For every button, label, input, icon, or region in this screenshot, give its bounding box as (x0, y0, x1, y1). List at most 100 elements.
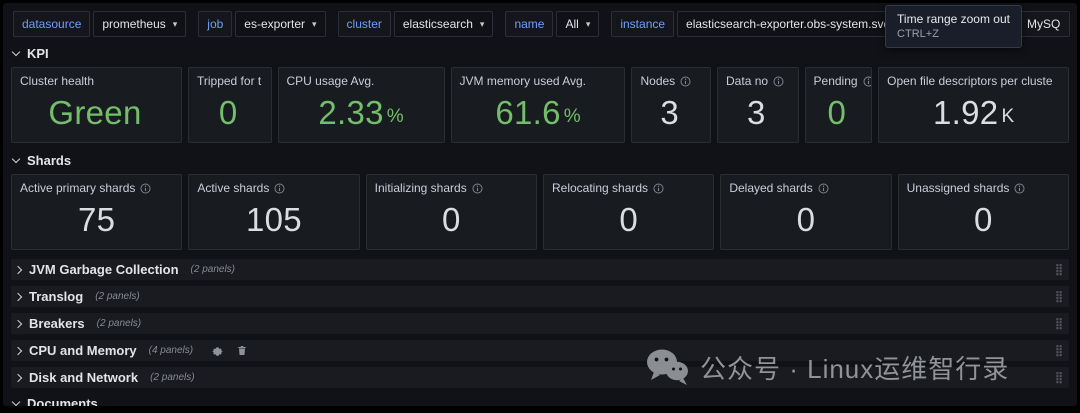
filter-cluster-label: cluster (337, 11, 391, 37)
row-breakers[interactable]: Breakers (2 panels) ⣿ (11, 313, 1069, 334)
stat-value: 0 (218, 93, 238, 131)
panel-title[interactable]: Active shards (189, 175, 358, 195)
panel-open-file-descriptors: Open file descriptors per cluste 1.92 K (878, 67, 1069, 143)
panel-nodes: Nodes 3 (631, 67, 712, 143)
panel-title[interactable]: Cluster health (12, 68, 181, 88)
panel-title-text: Data no (726, 74, 769, 88)
filter-instance-label: instance (611, 11, 675, 37)
filter-cluster-value: elasticsearch (402, 17, 473, 31)
info-icon[interactable] (818, 182, 829, 194)
drag-handle-icon[interactable]: ⣿ (1055, 290, 1063, 303)
chevron-right-icon (13, 319, 23, 328)
row-panel-count: (4 panels) (148, 345, 194, 356)
info-icon[interactable] (472, 182, 483, 194)
panel-title[interactable]: Data no (718, 68, 798, 88)
filter-cluster: cluster elasticsearch ▾ (337, 11, 494, 37)
row-translog[interactable]: Translog (2 panels) ⣿ (11, 286, 1069, 307)
panel-relocating-shards: Relocating shards 0 (542, 174, 715, 250)
panel-title[interactable]: Tripped for t (189, 68, 271, 88)
shards-panels-row: Active primary shards 75 Active shards 1… (3, 174, 1077, 250)
info-icon[interactable] (863, 75, 872, 87)
panel-title[interactable]: Unassigned shards (899, 175, 1068, 195)
drag-handle-icon[interactable]: ⣿ (1055, 344, 1063, 357)
panel-active-primary-shards: Active primary shards 75 (11, 174, 183, 250)
stat-value: 0 (973, 200, 993, 238)
chevron-down-icon: ▾ (585, 18, 591, 29)
panel-title[interactable]: Delayed shards (721, 175, 890, 195)
panel-title-text: JVM memory used Avg. (459, 74, 587, 88)
info-icon[interactable] (773, 75, 784, 87)
tooltip-title: Time range zoom out (897, 12, 1010, 26)
row-header-shards[interactable]: Shards (11, 152, 1069, 169)
panel-pending-tasks: Pending 0 (804, 67, 873, 143)
stat-value: 61.6% (495, 93, 581, 131)
row-cpu-and-memory[interactable]: CPU and Memory (4 panels) ⣿ (11, 340, 1069, 361)
stat-value: 1.92 K (933, 93, 1015, 131)
row-header-documents[interactable]: Documents (11, 395, 1069, 406)
info-icon[interactable] (274, 182, 285, 194)
chevron-right-icon (13, 292, 23, 301)
row-panel-count: (2 panels) (190, 264, 236, 275)
panel-title-text: Initializing shards (374, 181, 467, 195)
panel-title-text: Active shards (197, 181, 270, 195)
info-icon[interactable] (1014, 182, 1025, 194)
drag-handle-icon[interactable]: ⣿ (1055, 371, 1063, 384)
panel-title[interactable]: CPU usage Avg. (279, 68, 444, 88)
drag-handle-icon[interactable]: ⣿ (1055, 263, 1063, 276)
stat-value: 75 (78, 200, 116, 238)
panel-data-nodes: Data no 3 (717, 67, 799, 143)
tooltip-shortcut: CTRL+Z (897, 28, 939, 40)
info-icon[interactable] (140, 182, 151, 194)
gear-icon[interactable] (211, 344, 224, 357)
stat-value: 0 (619, 200, 638, 238)
panel-title-text: Open file descriptors per cluste (887, 74, 1053, 88)
filter-job-label: job (198, 11, 233, 37)
chevron-right-icon (13, 346, 23, 355)
grafana-dashboard: datasource prometheus ▾ job es-exporter … (3, 3, 1077, 406)
trash-icon[interactable] (236, 344, 248, 357)
panel-active-shards: Active shards 105 (188, 174, 360, 250)
panel-title[interactable]: Pending (806, 68, 872, 88)
filter-job-select[interactable]: es-exporter ▾ (235, 11, 326, 37)
stat-value: 105 (246, 200, 302, 238)
stat-value: 0 (827, 93, 847, 131)
row-title: Translog (29, 289, 84, 304)
panel-title[interactable]: Nodes (632, 68, 710, 88)
panel-delayed-shards: Delayed shards 0 (720, 174, 892, 250)
info-icon[interactable] (680, 75, 691, 87)
panel-cpu-usage-avg: CPU usage Avg. 2.33% (277, 67, 445, 143)
filter-instance: instance elasticsearch-exporter.obs-syst… (611, 11, 929, 37)
row-actions (211, 344, 248, 357)
panel-title[interactable]: Active primary shards (12, 175, 181, 195)
filter-job-value: es-exporter (244, 17, 305, 31)
chevron-down-icon (11, 397, 21, 406)
filter-name-select[interactable]: All ▾ (556, 11, 600, 37)
panel-title-text: Cluster health (20, 74, 95, 88)
panel-title-text: Unassigned shards (906, 181, 1010, 195)
kpi-panels-row: Cluster health Green Tripped for t 0 CPU… (3, 67, 1077, 143)
filter-cluster-select[interactable]: elasticsearch ▾ (393, 11, 494, 37)
row-title: JVM Garbage Collection (29, 262, 179, 277)
info-icon[interactable] (653, 182, 664, 194)
zoom-out-tooltip: Time range zoom out CTRL+Z (885, 5, 1022, 48)
row-title: Disk and Network (29, 370, 139, 385)
panel-tripped-breakers: Tripped for t 0 (187, 67, 272, 143)
panel-title[interactable]: Initializing shards (367, 175, 536, 195)
link-mysql-label: MySQ (1027, 17, 1061, 31)
drag-handle-icon[interactable]: ⣿ (1055, 317, 1063, 330)
row-title-documents: Documents (27, 396, 98, 406)
stat-value: Green (48, 93, 142, 131)
panel-title-text: Pending (813, 74, 858, 88)
row-jvm-garbage-collection[interactable]: JVM Garbage Collection (2 panels) ⣿ (11, 259, 1069, 280)
panel-title[interactable]: JVM memory used Avg. (452, 68, 625, 88)
filter-datasource-select[interactable]: prometheus ▾ (93, 11, 187, 37)
chevron-down-icon: ▾ (312, 18, 317, 29)
stat-value: 3 (746, 93, 766, 131)
panel-jvm-memory-used-avg: JVM memory used Avg. 61.6% (450, 67, 626, 143)
panel-title[interactable]: Relocating shards (544, 175, 713, 195)
row-panel-count: (2 panels) (96, 318, 142, 329)
panel-title[interactable]: Open file descriptors per cluste (879, 68, 1068, 88)
panel-title-text: Relocating shards (551, 181, 649, 195)
filter-name-label: name (505, 11, 554, 37)
row-disk-and-network[interactable]: Disk and Network (2 panels) ⣿ (11, 367, 1069, 388)
